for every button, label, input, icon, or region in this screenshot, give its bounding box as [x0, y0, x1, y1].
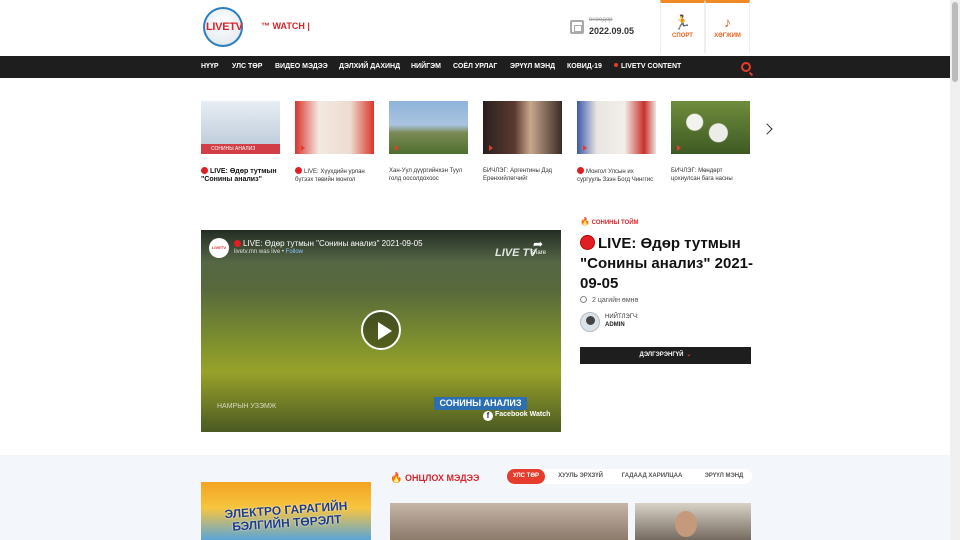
logo-text: LIVETV	[206, 21, 243, 33]
tab-foreign[interactable]: ГАДААД ХАРИЛЦАА	[617, 469, 687, 484]
live-dot-icon	[577, 167, 584, 174]
tab-politics[interactable]: УЛС ТӨР	[507, 469, 545, 484]
strip-thumbnail: СОНИНЫ АНАЛИЗ	[201, 101, 280, 154]
video-subtext: livetv.mn was live • Follow	[234, 249, 304, 255]
category-label: ХӨГЖИМ	[714, 33, 741, 39]
strip-caption: LIVE: Өдөр тутмын "Сонины анализ" 2021-	[201, 167, 277, 183]
facebook-watch-link[interactable]: f Facebook Watch	[483, 411, 550, 421]
strip-item[interactable]: Монгол Улсын их сургууль Зээн Богд Чингг…	[577, 101, 656, 183]
strip-thumbnail	[295, 101, 374, 154]
channel-avatar[interactable]: LIVETV	[209, 238, 229, 258]
strip-item[interactable]: LIVE: Хүүхдийн урлан бүтээх төвийн монго…	[295, 101, 374, 183]
live-dot-icon	[580, 235, 595, 250]
site-logo[interactable]: LIVETV	[203, 7, 243, 47]
main-nav: НҮҮР УЛС ТӨР ВИДЕО МЭДЭЭ ДЭЛХИЙ ДАХИНД Н…	[0, 56, 950, 78]
strip-thumbnail	[389, 101, 468, 154]
strip-thumbnail	[671, 101, 750, 154]
nav-item-video-news[interactable]: ВИДЕО МЭДЭЭ	[275, 63, 328, 70]
calendar-icon	[570, 20, 584, 34]
video-title: LIVE: Өдөр тутмын "Сонины анализ" 2021-0…	[234, 239, 423, 248]
news-card[interactable]	[390, 503, 628, 540]
read-more-button[interactable]: ДЭЛГЭРЭНГҮЙ ⌄	[580, 347, 751, 364]
runner-icon: 🏃	[673, 14, 692, 30]
article-time: 2 цагийн өмнө	[580, 296, 638, 304]
play-icon	[301, 145, 305, 151]
live-dot-icon	[201, 167, 208, 174]
strip-thumbnail	[483, 101, 562, 154]
promo-banner[interactable]: ЭЛЕКТРО ГАРАГИЙН БЭЛГИЙН ТӨРЭЛТ	[201, 482, 371, 540]
category-music-button[interactable]: ♪ ХӨГЖИМ	[705, 0, 750, 53]
strip-item[interactable]: Хан-Уул дүүргийнхэн Туул голд оосолдохоо…	[389, 101, 468, 183]
author-label: НИЙТЛЭГЧ:	[605, 314, 639, 320]
share-icon: ➦	[532, 237, 544, 251]
play-button[interactable]	[361, 310, 401, 350]
live-dot-icon	[295, 167, 302, 174]
scrollbar-thumb[interactable]	[952, 2, 958, 82]
music-note-icon: ♪	[724, 14, 731, 30]
category-label: СПОРТ	[672, 33, 693, 39]
section-title: ОНЦЛОХ МЭДЭЭ	[405, 473, 480, 483]
page-scrollbar[interactable]	[950, 0, 960, 540]
nav-item-world[interactable]: ДЭЛХИЙ ДАХИНД	[339, 63, 400, 70]
strip-item[interactable]: СОНИНЫ АНАЛИЗ LIVE: Өдөр тутмын "Сонины …	[201, 101, 280, 183]
strip-caption: LIVE: Хүүхдийн урлан бүтээх төвийн монго…	[295, 167, 365, 183]
avatar	[580, 312, 600, 332]
nav-item-livetv-content[interactable]: LIVETV CONTENT	[614, 63, 681, 70]
share-button[interactable]: ➦ Share	[530, 238, 546, 256]
date-value: 2022.09.05	[589, 26, 635, 36]
nav-item-covid[interactable]: КОВИД-19	[567, 63, 602, 70]
clock-icon	[580, 296, 587, 303]
author-name: ADMIN	[605, 322, 625, 328]
video-credit: НАМРЫН УЗЭМЖ	[217, 403, 277, 410]
date-display: өнөөдөр 2022.09.05	[570, 17, 650, 40]
video-brand-banner: СОНИНЫ АНАЛИЗ	[434, 397, 527, 410]
news-card[interactable]	[635, 503, 751, 540]
strip-caption: БИЧЛЭГ: Мөндөрт цохиулсан бага насны	[671, 168, 733, 182]
nav-item-health[interactable]: ЭРҮҮЛ МЭНД	[510, 63, 555, 70]
live-dot-icon	[234, 240, 241, 247]
strip-caption: БИЧЛЭГ: Аргентины Дэд Ерөнхийлөгчийг	[483, 168, 553, 182]
strip-caption: Монгол Улсын их сургууль Зээн Богд Чингг…	[577, 167, 654, 183]
nav-item-culture[interactable]: СОЁЛ УРЛАГ	[453, 63, 497, 70]
date-label: өнөөдөр	[589, 17, 613, 23]
flame-icon: 🔥	[580, 217, 590, 226]
nav-item-politics[interactable]: УЛС ТӨР	[232, 63, 262, 70]
strip-caption: Хан-Уул дүүргийнхэн Туул голд оосолдохоо…	[389, 168, 463, 182]
nav-item-home[interactable]: НҮҮР	[201, 63, 219, 70]
article-title[interactable]: LIVE: Өдөр тутмын "Сонины анализ" 2021-0…	[580, 234, 755, 294]
article-category[interactable]: 🔥 СОНИНЫ ТОЙМ	[580, 217, 639, 226]
chevron-right-icon[interactable]	[761, 123, 773, 135]
section-tabs: УЛС ТӨР ХУУЛЬ ЭРХЗҮЙ ГАДААД ХАРИЛЦАА ЭРҮ…	[507, 469, 752, 484]
play-icon	[395, 145, 399, 151]
category-sport-button[interactable]: 🏃 СПОРТ	[660, 0, 705, 53]
strip-item[interactable]: БИЧЛЭГ: Мөндөрт цохиулсан бага насны	[671, 101, 750, 183]
strip-badge: СОНИНЫ АНАЛИЗ	[201, 144, 280, 154]
search-icon[interactable]	[741, 62, 751, 72]
watch-link[interactable]: ™ WATCH |	[261, 21, 310, 31]
play-icon	[677, 145, 681, 151]
promo-text: ЭЛЕКТРО ГАРАГИЙН БЭЛГИЙН ТӨРЭЛТ	[224, 498, 348, 534]
tab-law[interactable]: ХУУЛЬ ЭРХЗҮЙ	[553, 469, 608, 484]
play-icon	[489, 145, 493, 151]
nav-item-society[interactable]: НИЙГЭМ	[411, 63, 441, 70]
strip-item[interactable]: БИЧЛЭГ: Аргентины Дэд Ерөнхийлөгчийг	[483, 101, 562, 183]
site-header: LIVETV ™ WATCH | өнөөдөр 2022.09.05 🏃 СП…	[0, 0, 950, 56]
strip-thumbnail	[577, 101, 656, 154]
facebook-icon: f	[483, 411, 493, 421]
video-player[interactable]: LIVETV LIVE: Өдөр тутмын "Сонины анализ"…	[201, 230, 561, 432]
live-dot-icon	[614, 63, 618, 67]
play-icon	[583, 145, 587, 151]
flame-icon: 🔥	[390, 473, 403, 484]
chevron-down-icon: ⌄	[686, 352, 692, 358]
nav-live-label: LIVETV CONTENT	[621, 63, 682, 70]
tab-health[interactable]: ЭРҮҮЛ МЭНД	[699, 469, 749, 484]
follow-link[interactable]: Follow	[286, 249, 303, 255]
